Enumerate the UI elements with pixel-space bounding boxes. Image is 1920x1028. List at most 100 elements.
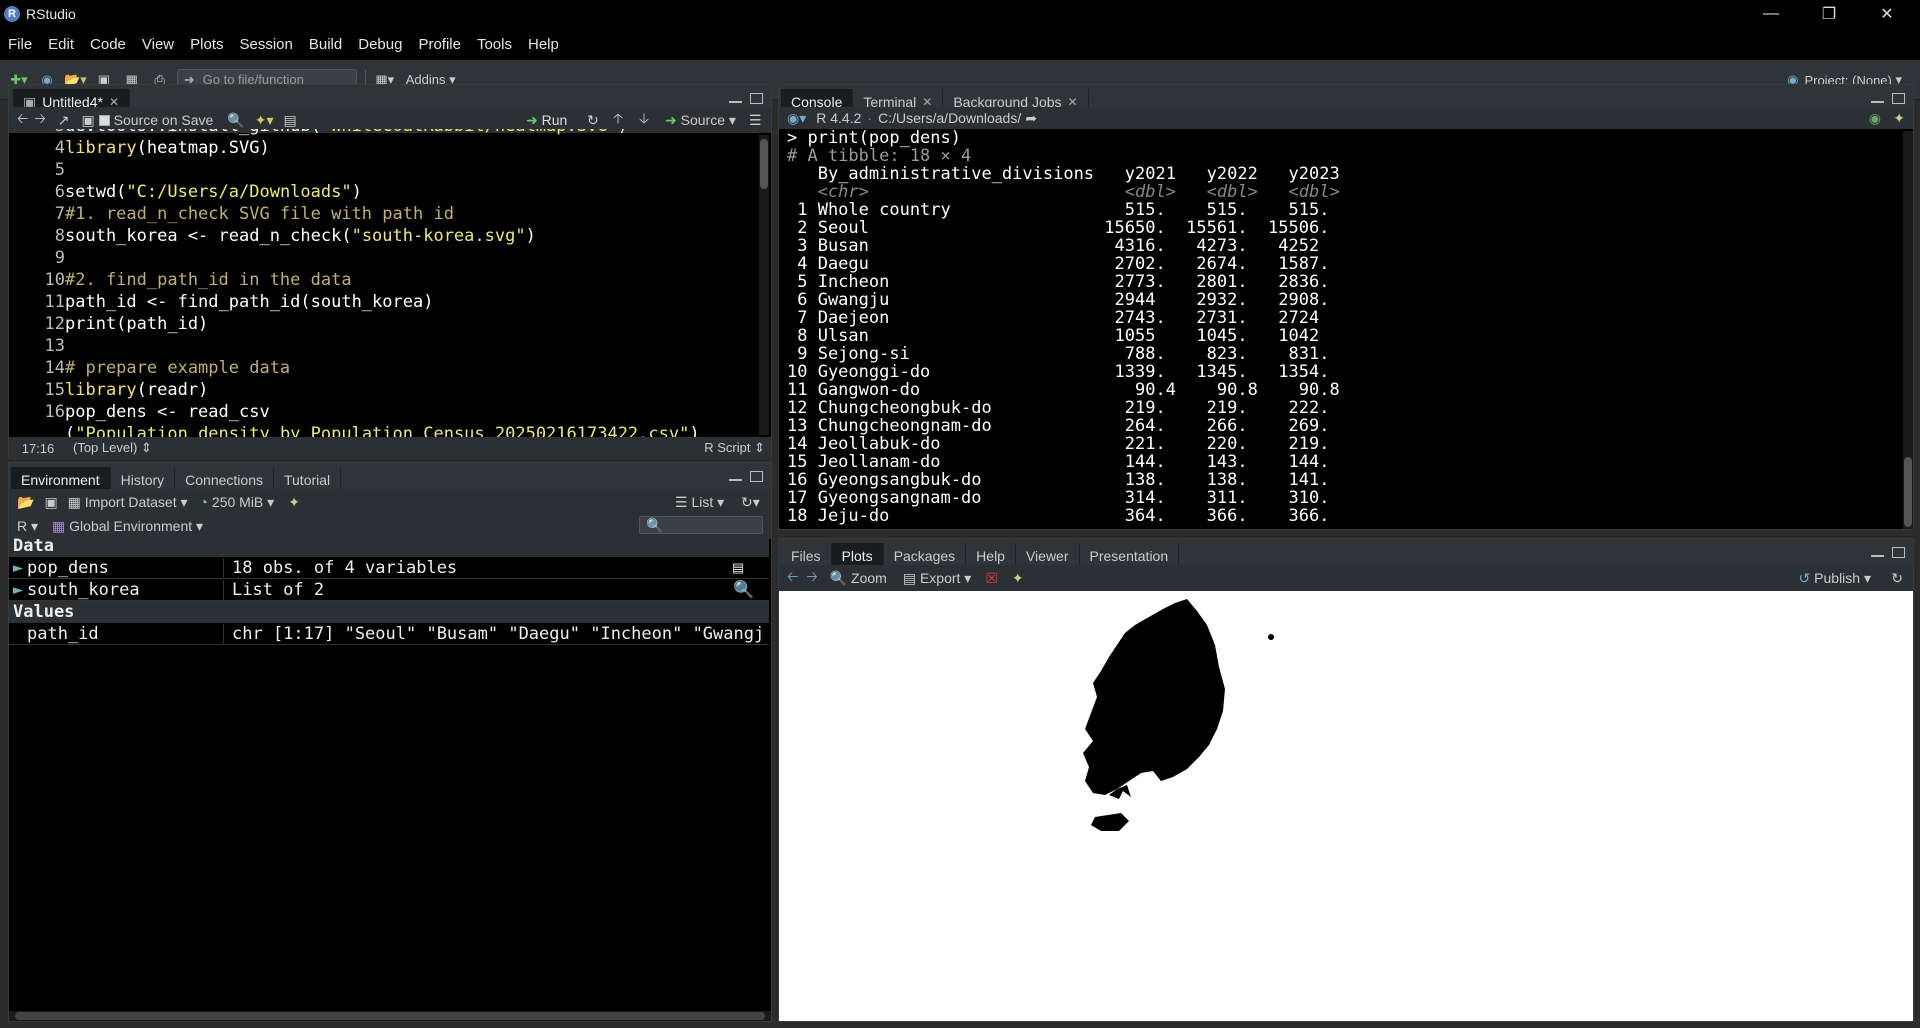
tab-history-label: History — [120, 472, 165, 488]
expand-icon[interactable]: ► — [9, 580, 27, 600]
code-tools-wand-icon[interactable]: ✦▾ — [255, 112, 274, 129]
remove-plot-icon[interactable]: ☒ — [985, 570, 998, 587]
env-hscrollbar[interactable] — [9, 1011, 771, 1021]
console-output[interactable]: > print(pop_dens) # A tibble: 18 × 4 By_a… — [779, 129, 1899, 529]
menu-code[interactable]: Code — [90, 36, 126, 53]
code-area[interactable]: 3devtools::install_github("WhiteCoatRabb… — [9, 129, 757, 437]
editor-scroll-thumb[interactable] — [760, 139, 768, 189]
menu-view[interactable]: View — [142, 36, 174, 53]
close-window-icon[interactable]: ✕ — [1864, 0, 1910, 28]
code-line[interactable]: pop_dens <- read_csv — [65, 401, 270, 423]
source-on-save-label[interactable]: Source on Save — [114, 112, 214, 128]
minimize-pane-icon[interactable] — [729, 101, 742, 104]
minimize-window-icon[interactable]: — — [1748, 0, 1794, 28]
save-file-icon[interactable]: ▣ — [81, 112, 94, 129]
menu-build[interactable]: Build — [309, 36, 342, 53]
restore-window-icon[interactable]: ❐ — [1806, 0, 1852, 28]
menu-debug[interactable]: Debug — [358, 36, 402, 53]
search-replace-icon[interactable]: 🔍 — [227, 112, 244, 129]
console-line: 5 Incheon 2773. 2801. 2836. — [787, 272, 1340, 292]
code-line[interactable]: #2. find_path_id in the data — [65, 269, 352, 291]
maximize-pane-icon[interactable] — [750, 471, 763, 482]
code-line[interactable]: path_id <- find_path_id(south_korea) — [65, 291, 433, 313]
save-workspace-icon[interactable]: ▣ — [44, 494, 57, 511]
menu-profile[interactable]: Profile — [418, 36, 461, 53]
source-button[interactable]: ➜ Source ▾ — [665, 112, 736, 129]
code-line[interactable]: devtools::install_github("WhiteCoatRabbi… — [65, 129, 628, 137]
code-line[interactable]: # prepare example data — [65, 357, 290, 379]
env-row-pop-dens[interactable]: ► pop_dens 18 obs. of 4 variables ▤ — [9, 557, 769, 579]
console-scroll-thumb[interactable] — [1904, 457, 1912, 527]
menu-edit[interactable]: Edit — [48, 36, 74, 53]
code-line[interactable]: setwd("C:/Users/a/Downloads") — [65, 181, 362, 203]
code-line[interactable]: south_korea <- read_n_check("south-korea… — [65, 225, 536, 247]
editor-scrollbar[interactable] — [759, 135, 769, 435]
source-on-save-checkbox[interactable] — [98, 114, 110, 126]
code-line[interactable]: #1. read_n_check SVG file with path id — [65, 203, 454, 225]
run-icon: ➜ — [526, 111, 538, 128]
code-line[interactable]: ("Population_density_by_Population_Censu… — [65, 423, 700, 437]
maximize-pane-icon[interactable] — [1892, 93, 1905, 104]
line-number: 5 — [54, 160, 65, 180]
clear-workspace-broom-icon[interactable]: ✦ — [288, 494, 300, 511]
import-dataset-menu[interactable]: ▦ Import Dataset ▾ — [68, 494, 188, 511]
language-menu[interactable]: R ▾ — [17, 518, 38, 535]
env-object-value: 18 obs. of 4 variables — [223, 557, 733, 578]
document-outline-icon[interactable]: ☰ — [749, 112, 762, 129]
load-workspace-icon[interactable]: 📂 — [17, 494, 34, 511]
view-mode-menu[interactable]: ☰ List ▾ — [675, 494, 724, 511]
view-list-search-icon[interactable]: 🔍 — [733, 580, 754, 600]
code-line[interactable]: library(readr) — [65, 379, 208, 401]
console-line: 9 Sejong-si 788. 823. 831. — [787, 344, 1340, 364]
compile-report-icon[interactable]: ▤ — [284, 112, 297, 129]
env-search-input[interactable]: 🔍 — [639, 516, 763, 534]
refresh-env-icon[interactable]: ↻▾ — [741, 494, 760, 511]
refresh-plot-icon[interactable]: ↻ — [1891, 570, 1903, 587]
file-type-menu[interactable]: R Script ⇕ — [704, 440, 765, 456]
source-editor-pane: ▣ Untitled4* ✕ 🡠 🡢 ↗ ▣ Source on Save 🔍 … — [8, 84, 772, 459]
minimize-pane-icon[interactable] — [729, 479, 742, 482]
console-toolbar: ◉▾ R 4.4.2 · C:/Users/a/Downloads/ ➦ ◉ ✦ — [779, 107, 1913, 129]
env-toolbar: 📂 ▣ ▦ Import Dataset ▾ ◔ 250 MiB ▾ ✦ ☰ L… — [9, 489, 771, 515]
list-label: List — [691, 493, 714, 510]
console-line: 16 Gyeongsangbuk-do 138. 138. 141. — [787, 470, 1340, 490]
console-scrollbar[interactable] — [1903, 131, 1913, 529]
menu-help[interactable]: Help — [528, 36, 559, 53]
maximize-pane-icon[interactable] — [750, 93, 763, 104]
goto-directory-icon[interactable]: ➦ — [1025, 110, 1037, 127]
menu-plots[interactable]: Plots — [190, 36, 223, 53]
maximize-pane-icon[interactable] — [1892, 547, 1905, 558]
show-in-window-icon[interactable]: ↗ — [58, 112, 70, 129]
clear-plots-broom-icon[interactable]: ✦ — [1012, 570, 1024, 587]
export-menu[interactable]: ▤ Export ▾ — [903, 570, 972, 587]
run-button[interactable]: ➜ Run — [526, 112, 567, 129]
line-number: 12 — [44, 314, 65, 334]
rerun-icon[interactable]: ↻ — [587, 112, 599, 129]
export-label: Export — [919, 569, 961, 586]
code-line[interactable]: print(path_id) — [65, 313, 208, 335]
zoom-button[interactable]: 🔍 Zoom — [830, 570, 887, 587]
env-row-path-id[interactable]: path_id chr [1:17] "Seoul" "Busam" "Daeg… — [9, 623, 769, 645]
env-hscroll-thumb[interactable] — [15, 1012, 765, 1020]
tab-plots-label: Plots — [841, 548, 873, 564]
scope-env-menu[interactable]: ▦ Global Environment ▾ — [52, 518, 203, 535]
menu-file[interactable]: File — [8, 36, 32, 53]
r-language-icon[interactable]: ◉▾ — [787, 110, 806, 127]
scope-menu[interactable]: (Top Level) ⇕ — [73, 440, 152, 456]
view-table-icon[interactable]: ▤ — [733, 558, 743, 578]
expand-icon[interactable]: ► — [9, 558, 27, 578]
minimize-pane-icon[interactable] — [1871, 555, 1884, 558]
publish-menu[interactable]: ↺ Publish ▾ — [1799, 570, 1871, 587]
line-number: 4 — [54, 138, 65, 158]
menu-session[interactable]: Session — [240, 36, 293, 53]
code-line[interactable]: library(heatmap.SVG) — [65, 137, 270, 159]
file-type-label: R Script — [704, 440, 751, 455]
minimize-pane-icon[interactable] — [1871, 101, 1884, 104]
scope-label: (Top Level) — [73, 440, 138, 455]
memory-usage-menu[interactable]: ◔ 250 MiB ▾ — [200, 494, 275, 511]
editor-window-controls — [729, 93, 763, 104]
south-korea-map-plot — [1083, 599, 1274, 831]
menu-tools[interactable]: Tools — [477, 36, 512, 53]
env-row-south-korea[interactable]: ► south_korea List of 2 🔍 — [9, 579, 769, 601]
clear-console-broom-icon[interactable]: ✦ — [1893, 110, 1905, 127]
